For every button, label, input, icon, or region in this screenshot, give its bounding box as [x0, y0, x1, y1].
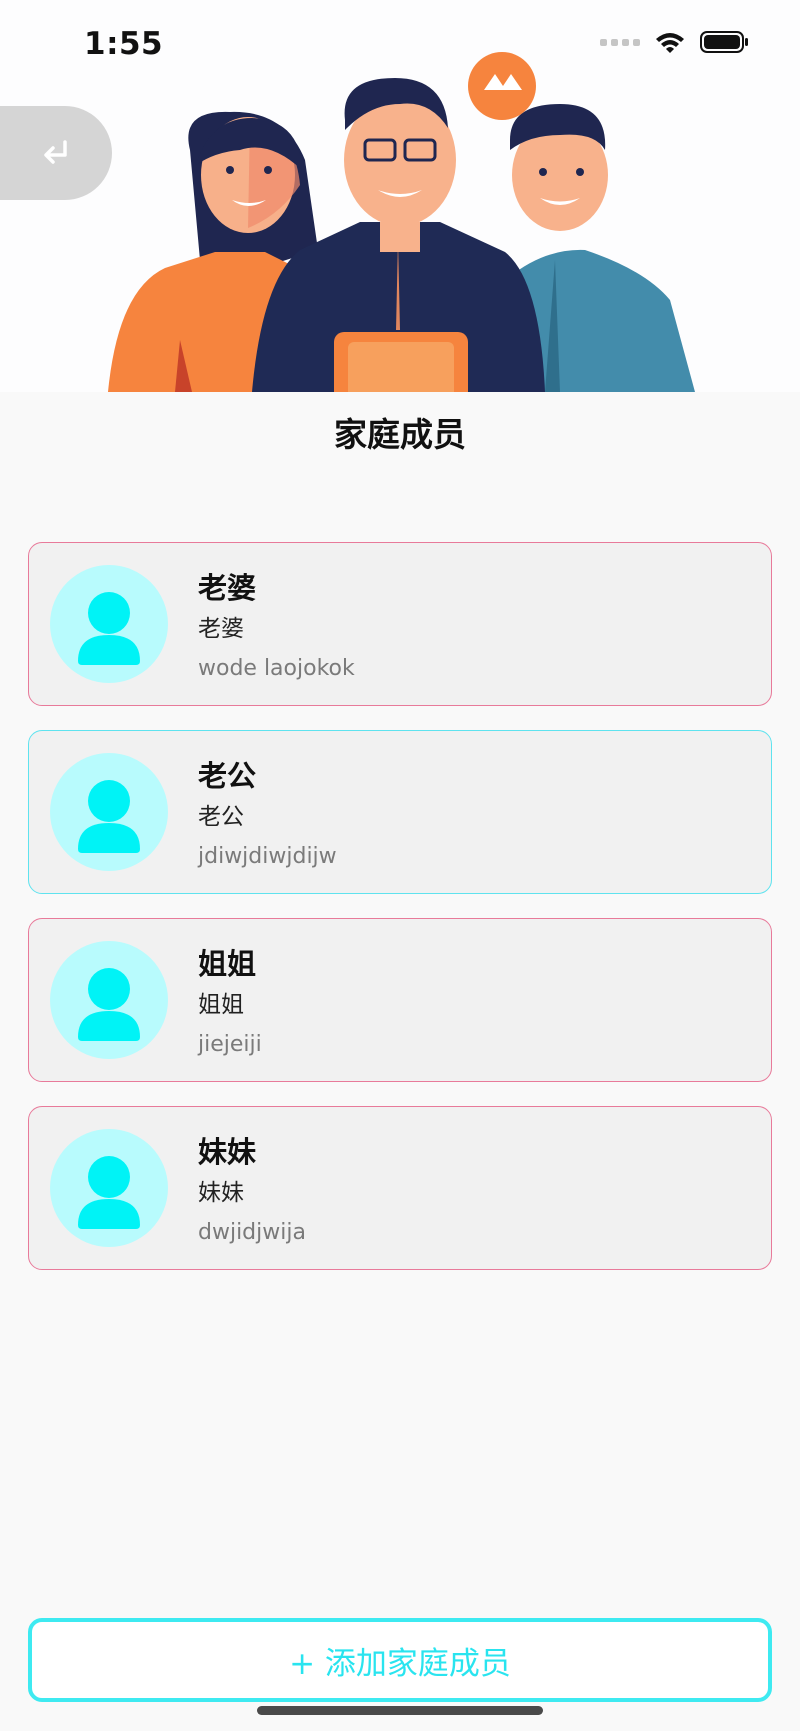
member-card-younger-sister[interactable]: 妹妹 妹妹 dwjidjwija [28, 1106, 772, 1270]
status-bar: 1:55 [0, 0, 800, 90]
battery-icon [700, 31, 748, 53]
member-note: jdiwjdiwjdijw [198, 844, 337, 869]
member-name: 老婆 [198, 571, 257, 605]
member-role: 老公 [198, 804, 244, 830]
member-list: 老婆 老婆 wode laojokok 老公 老公 jdiwjdiwjdijw … [28, 542, 772, 1294]
member-card-wife[interactable]: 老婆 老婆 wode laojokok [28, 542, 772, 706]
person-avatar-icon [50, 1129, 168, 1247]
status-icons [600, 30, 750, 54]
person-avatar-icon [50, 565, 168, 683]
status-time: 1:55 [84, 26, 164, 62]
wifi-icon [656, 33, 684, 53]
page-title: 家庭成员 [334, 415, 466, 454]
member-role: 老婆 [198, 616, 244, 642]
member-name: 老公 [198, 759, 257, 793]
member-card-older-sister[interactable]: 姐姐 姐姐 jiejeiji [28, 918, 772, 1082]
cellular-signal-icon [600, 38, 640, 46]
person-avatar-icon [50, 753, 168, 871]
back-button[interactable] [0, 106, 112, 200]
member-role: 妹妹 [198, 1180, 244, 1206]
return-arrow-icon [44, 140, 67, 164]
member-note: dwjidjwija [198, 1220, 306, 1245]
member-name: 姐姐 [198, 947, 257, 981]
member-note: wode laojokok [198, 656, 355, 681]
member-role: 姐姐 [198, 992, 244, 1018]
home-indicator[interactable] [257, 1706, 543, 1715]
member-note: jiejeiji [198, 1032, 262, 1057]
member-name: 妹妹 [198, 1135, 257, 1169]
member-card-husband[interactable]: 老公 老公 jdiwjdiwjdijw [28, 730, 772, 894]
add-family-member-button[interactable]: + 添加家庭成员 [28, 1618, 772, 1702]
person-avatar-icon [50, 941, 168, 1059]
